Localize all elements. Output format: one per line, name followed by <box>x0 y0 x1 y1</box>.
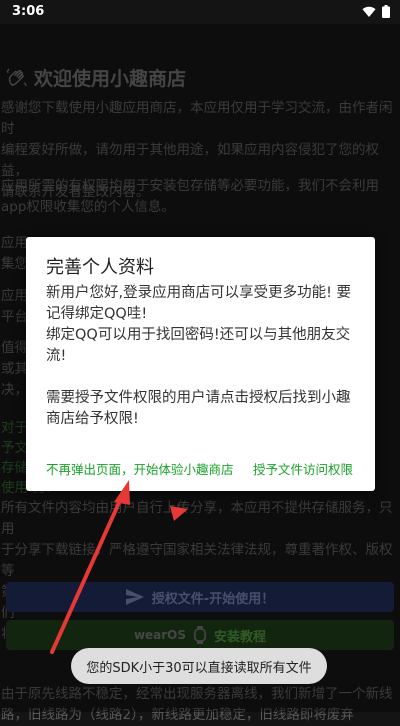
profile-dialog: 完善个人资料 新用户您好,登录应用商店可以享受更多功能! 要 记得绑定QQ哇! … <box>26 237 375 491</box>
wifi-icon <box>362 6 376 17</box>
status-icons <box>362 5 390 18</box>
skip-start-button[interactable]: 不再弹出页面，开始体验小趣商店 <box>46 459 234 478</box>
battery-icon <box>382 5 390 18</box>
sdk-toast: 您的SDK小于30可以直接读取所有文件 <box>71 648 327 684</box>
grant-file-access-button[interactable]: 授予文件访问权限 <box>253 459 353 478</box>
dialog-actions: 不再弹出页面，开始体验小趣商店 授予文件访问权限 <box>26 455 375 479</box>
status-bar: 3:06 <box>0 0 400 24</box>
dialog-message: 新用户您好,登录应用商店可以享受更多功能! 要 记得绑定QQ哇! 绑定QQ可以用… <box>46 285 352 427</box>
status-time: 3:06 <box>12 4 45 19</box>
dialog-title: 完善个人资料 <box>46 257 154 278</box>
